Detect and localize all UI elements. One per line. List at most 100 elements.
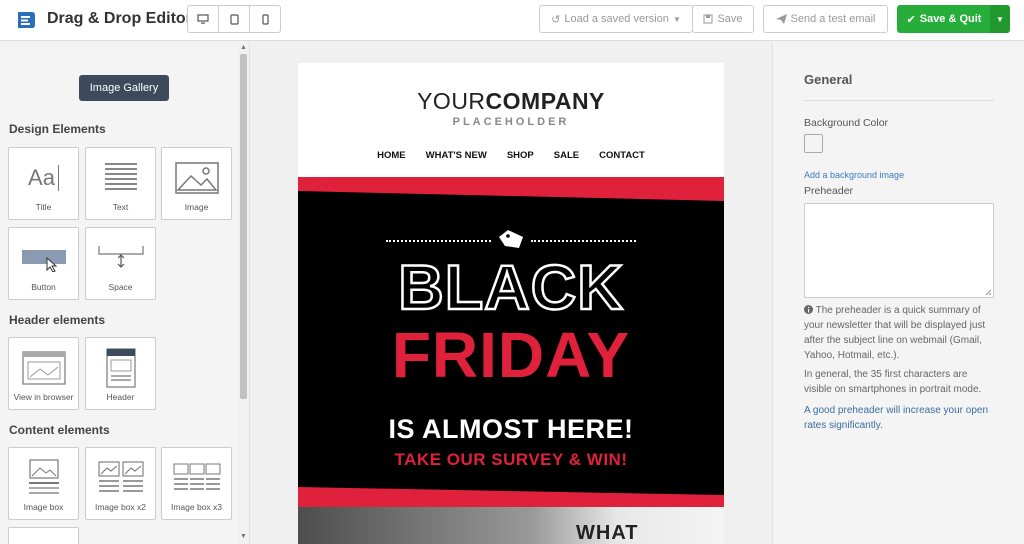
tile-label: Image box x3 [170,502,223,512]
settings-panel: General Background Color Add a backgroun… [772,42,1024,544]
content-element-partial[interactable] [8,527,79,544]
email-canvas[interactable]: YOURCOMPANY PLACEHOLDER HOME WHAT'S NEW … [298,63,724,544]
panel-divider [804,100,994,101]
save-quit-button[interactable]: ✔ Save & Quit [897,5,991,33]
header-elements-heading: Header elements [9,313,106,327]
tile-label: Image box x2 [94,502,147,512]
scroll-thumb[interactable] [240,54,247,399]
chevron-down-icon: ▼ [672,14,681,24]
info-icon [804,305,813,314]
save-label: Save [717,13,743,25]
elements-sidebar: Image Gallery Design Elements Aa Title T… [0,42,250,544]
content-elements-heading: Content elements [9,423,110,437]
background-color-label: Background Color [804,117,889,129]
desktop-icon [197,13,209,24]
send-test-email-button[interactable]: Send a test email [763,5,888,33]
preheader-info-2: In general, the 35 first characters are … [804,369,982,395]
scroll-up-icon[interactable]: ▲ [240,44,247,51]
company-name-bold: COMPANY [485,88,605,114]
button-element[interactable]: Button [8,227,79,300]
hero-black-text: BLACK [397,253,624,323]
hero-banner[interactable]: BLACK FRIDAY IS ALMOST HERE! TAKE OUR SU… [298,177,724,507]
image-box-element[interactable]: Image box [8,447,79,520]
mobile-icon [261,13,269,25]
background-color-swatch[interactable] [804,134,823,153]
title-element[interactable]: Aa Title [8,147,79,220]
company-name[interactable]: YOURCOMPANY [298,88,724,115]
top-bar: Drag & Drop Editor ↺ Load a saved versio… [0,0,1024,41]
preheader-info-text: The preheader is a quick summary of your… [804,305,986,361]
tile-label: Space [108,282,133,292]
save-quit-label: Save & Quit [919,13,982,25]
image-box-icon [9,458,78,498]
app-logo-icon [18,12,35,28]
hero-almost-here-text: IS ALMOST HERE! [388,414,634,444]
save-button[interactable]: Save [692,5,754,33]
save-options-dropdown[interactable]: ▼ [990,5,1010,33]
price-tag-icon [499,230,523,248]
preheader-label: Preheader [804,185,854,197]
image-icon [162,158,231,198]
scroll-down-icon[interactable]: ▼ [240,533,247,540]
nav-home[interactable]: HOME [377,150,406,161]
company-name-regular: YOUR [417,88,486,114]
text-element[interactable]: Text [85,147,156,220]
hero-friday-text: FRIDAY [391,319,631,391]
tablet-view-button[interactable] [219,6,250,32]
dotted-line-left [386,240,491,242]
nav-shop[interactable]: SHOP [507,150,534,161]
load-version-button[interactable]: ↺ Load a saved version ▼ [539,5,693,33]
dotted-line-right [531,240,636,242]
tablet-icon [229,13,239,25]
chevron-down-icon: ▼ [996,14,1004,24]
history-icon: ↺ [551,13,561,26]
title-glyph: Aa [28,165,55,190]
view-in-browser-element[interactable]: View in browser [8,337,79,410]
tile-label: Image [184,202,209,212]
nav-whats-new[interactable]: WHAT'S NEW [426,150,487,161]
send-test-label: Send a test email [790,13,876,25]
image-element[interactable]: Image [161,147,232,220]
header-element[interactable]: Header [85,337,156,410]
email-nav: HOME WHAT'S NEW SHOP SALE CONTACT [298,150,724,161]
text-lines-icon [86,158,155,198]
load-version-label: Load a saved version [564,13,669,25]
preheader-tip: A good preheader will increase your open… [804,405,989,431]
tile-label: Text [112,202,129,212]
paper-plane-icon [775,14,787,24]
add-background-image-link[interactable]: Add a background image [804,170,904,180]
hero-survey-text: TAKE OUR SURVEY & WIN! [394,450,628,469]
preheader-info: The preheader is a quick summary of your… [804,303,996,363]
tile-label: Header [106,392,135,402]
tile-label: Image box [23,502,64,512]
header-layout-icon [86,348,155,388]
tile-label: Button [31,282,56,292]
app-title: Drag & Drop Editor [47,10,192,27]
floppy-icon [703,14,713,24]
mobile-view-button[interactable] [250,6,280,32]
check-icon: ✔ [906,13,916,26]
image-box-x3-element[interactable]: Image box x3 [161,447,232,520]
nav-sale[interactable]: SALE [554,150,579,161]
device-preview-group [187,5,281,33]
image-box-x2-icon [86,458,155,498]
button-icon [9,238,78,278]
resize-handle-icon[interactable] [985,289,992,296]
nav-contact[interactable]: CONTACT [599,150,645,161]
design-elements-heading: Design Elements [9,122,106,136]
title-icon: Aa [9,158,78,198]
preheader-textarea[interactable] [804,203,994,298]
space-icon [86,238,155,278]
browser-window-icon [9,348,78,388]
desktop-view-button[interactable] [188,6,219,32]
image-box-x2-element[interactable]: Image box x2 [85,447,156,520]
space-element[interactable]: Space [85,227,156,300]
photo-caption: WHAT [576,522,639,544]
image-gallery-button[interactable]: Image Gallery [79,75,169,101]
sidebar-scrollbar[interactable]: ▲ ▼ [238,42,249,544]
photo-block[interactable] [298,507,724,544]
image-box-x3-icon [162,458,231,498]
tile-label: View in browser [13,392,74,402]
panel-heading: General [804,72,853,87]
tile-label: Title [35,202,52,212]
